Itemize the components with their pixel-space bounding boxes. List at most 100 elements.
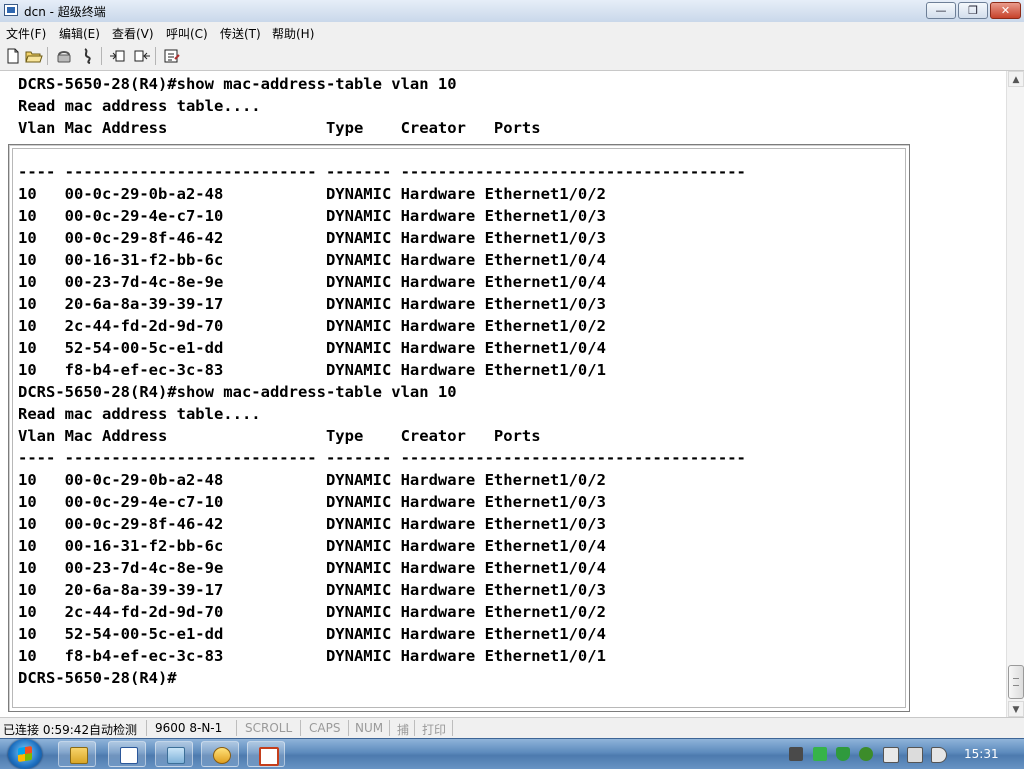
minimize-icon: — <box>935 4 947 17</box>
terminal-output[interactable]: DCRS-5650-28(R4)#show mac-address-table … <box>18 73 746 689</box>
status-scroll: SCROLL <box>245 721 293 735</box>
menu-edit[interactable]: 编辑(E) <box>59 25 100 42</box>
start-button[interactable] <box>8 739 42 769</box>
taskbar-folder-button[interactable] <box>155 741 193 767</box>
minimize-button[interactable]: — <box>926 2 956 19</box>
scrollbar-thumb[interactable] <box>1008 665 1024 699</box>
pen-icon[interactable] <box>907 747 923 763</box>
taskbar-powerpoint-button[interactable] <box>247 741 285 767</box>
close-icon: ✕ <box>1000 4 1011 17</box>
menu-view[interactable]: 查看(V) <box>112 25 154 42</box>
menu-file[interactable]: 文件(F) <box>6 25 46 42</box>
taskbar-network-app-button[interactable] <box>201 741 239 767</box>
shield-icon[interactable] <box>836 747 850 761</box>
receive-icon <box>134 50 150 62</box>
new-connection-button[interactable] <box>4 47 22 65</box>
hyperterminal-app-icon[interactable] <box>4 4 18 16</box>
terminal-line: DCRS-5650-28(R4)# <box>18 669 177 687</box>
status-bar: 已连接 0:59:42 自动检测 9600 8-N-1 SCROLL CAPS … <box>0 717 1024 738</box>
terminal-line: Read mac address table.... <box>18 405 261 423</box>
terminal-line: 10 00-0c-29-4e-c7-10 DYNAMIC Hardware Et… <box>18 493 606 511</box>
terminal-line: Vlan Mac Address Type Creator Ports <box>18 119 541 137</box>
title-bar: dcn - 超级终端 — ❐ ✕ <box>0 0 1024 23</box>
vertical-scrollbar[interactable]: ▲ ▼ <box>1006 71 1024 717</box>
powerpoint-icon <box>259 747 279 766</box>
speaker-icon[interactable] <box>931 747 947 763</box>
network-app-icon <box>213 747 231 764</box>
terminal-line: ---- --------------------------- -------… <box>18 449 746 467</box>
dial-button[interactable] <box>55 47 73 65</box>
maximize-icon: ❐ <box>968 4 978 17</box>
status-divider <box>300 720 301 736</box>
status-baud: 9600 8-N-1 <box>155 721 223 735</box>
scroll-up-button[interactable]: ▲ <box>1008 71 1024 87</box>
toolbar <box>0 42 1024 71</box>
terminal-line: Vlan Mac Address Type Creator Ports <box>18 427 541 445</box>
menu-bar: 文件(F) 编辑(E) 查看(V) 呼叫(C) 传送(T) 帮助(H) <box>0 22 1024 42</box>
toolbar-separator <box>101 47 102 65</box>
menu-transfer[interactable]: 传送(T) <box>220 25 261 42</box>
close-button[interactable]: ✕ <box>990 2 1021 19</box>
terminal-line: 10 00-0c-29-0b-a2-48 DYNAMIC Hardware Et… <box>18 185 606 203</box>
flag-icon[interactable] <box>789 747 803 761</box>
receive-button[interactable] <box>133 47 151 65</box>
status-capture: 捕 <box>397 723 410 737</box>
terminal-line: 10 f8-b4-ef-ec-3c-83 DYNAMIC Hardware Et… <box>18 361 606 379</box>
taskbar-word-button[interactable] <box>108 741 146 767</box>
taskbar-explorer-button[interactable] <box>58 741 96 767</box>
toolbar-separator <box>47 47 48 65</box>
send-button[interactable] <box>109 47 127 65</box>
status-num: NUM <box>355 721 384 735</box>
status-divider <box>146 720 147 736</box>
security-icon[interactable] <box>859 747 873 761</box>
terminal-line: 10 00-0c-29-8f-46-42 DYNAMIC Hardware Et… <box>18 229 606 247</box>
menu-help[interactable]: 帮助(H) <box>272 25 314 42</box>
word-icon <box>120 747 138 764</box>
status-divider <box>236 720 237 736</box>
taskbar-clock[interactable]: 15:31 <box>964 747 999 761</box>
send-icon <box>110 50 125 62</box>
terminal-line: 10 00-0c-29-0b-a2-48 DYNAMIC Hardware Et… <box>18 471 606 489</box>
window-title: dcn - 超级终端 <box>24 5 106 19</box>
terminal-line: 10 2c-44-fd-2d-9d-70 DYNAMIC Hardware Et… <box>18 317 606 335</box>
status-divider <box>348 720 349 736</box>
terminal-line: 10 00-23-7d-4c-8e-9e DYNAMIC Hardware Et… <box>18 273 606 291</box>
terminal-line: 10 00-16-31-f2-bb-6c DYNAMIC Hardware Et… <box>18 537 606 555</box>
status-divider <box>452 720 453 736</box>
folder-icon <box>167 747 185 764</box>
open-button[interactable] <box>25 47 43 65</box>
status-divider <box>414 720 415 736</box>
menu-call[interactable]: 呼叫(C) <box>166 25 208 42</box>
explorer-icon <box>70 747 88 764</box>
terminal-line: 10 52-54-00-5c-e1-dd DYNAMIC Hardware Et… <box>18 339 606 357</box>
toolbar-separator <box>155 47 156 65</box>
dial-icon <box>57 51 71 63</box>
clipboard-icon[interactable] <box>883 747 899 763</box>
taskbar: 15:31 <box>0 738 1024 769</box>
terminal-line: 10 f8-b4-ef-ec-3c-83 DYNAMIC Hardware Et… <box>18 647 606 665</box>
properties-icon <box>164 49 180 63</box>
terminal-line: DCRS-5650-28(R4)#show mac-address-table … <box>18 75 457 93</box>
status-detect: 自动检测 <box>89 723 138 737</box>
status-print: 打印 <box>422 723 447 737</box>
status-connection-time: 已连接 0:59:42 <box>3 723 90 737</box>
arrow-up-icon: ▲ <box>1012 75 1020 85</box>
terminal-line: 10 00-0c-29-8f-46-42 DYNAMIC Hardware Et… <box>18 515 606 533</box>
properties-button[interactable] <box>163 47 181 65</box>
terminal-line: 10 20-6a-8a-39-39-17 DYNAMIC Hardware Et… <box>18 581 606 599</box>
new-icon <box>7 48 19 64</box>
terminal-line: 10 20-6a-8a-39-39-17 DYNAMIC Hardware Et… <box>18 295 606 313</box>
terminal-line: 10 00-0c-29-4e-c7-10 DYNAMIC Hardware Et… <box>18 207 606 225</box>
terminal-line: ---- --------------------------- -------… <box>18 163 746 181</box>
disconnect-icon <box>84 48 91 64</box>
scroll-down-button[interactable]: ▼ <box>1008 701 1024 717</box>
disconnect-button[interactable] <box>79 47 97 65</box>
terminal-line: 10 00-16-31-f2-bb-6c DYNAMIC Hardware Et… <box>18 251 606 269</box>
maximize-button[interactable]: ❐ <box>958 2 988 19</box>
status-caps: CAPS <box>309 721 341 735</box>
terminal-line: 10 2c-44-fd-2d-9d-70 DYNAMIC Hardware Et… <box>18 603 606 621</box>
battery-icon[interactable] <box>813 747 827 761</box>
terminal-line: Read mac address table.... <box>18 97 261 115</box>
open-icon <box>25 51 43 63</box>
